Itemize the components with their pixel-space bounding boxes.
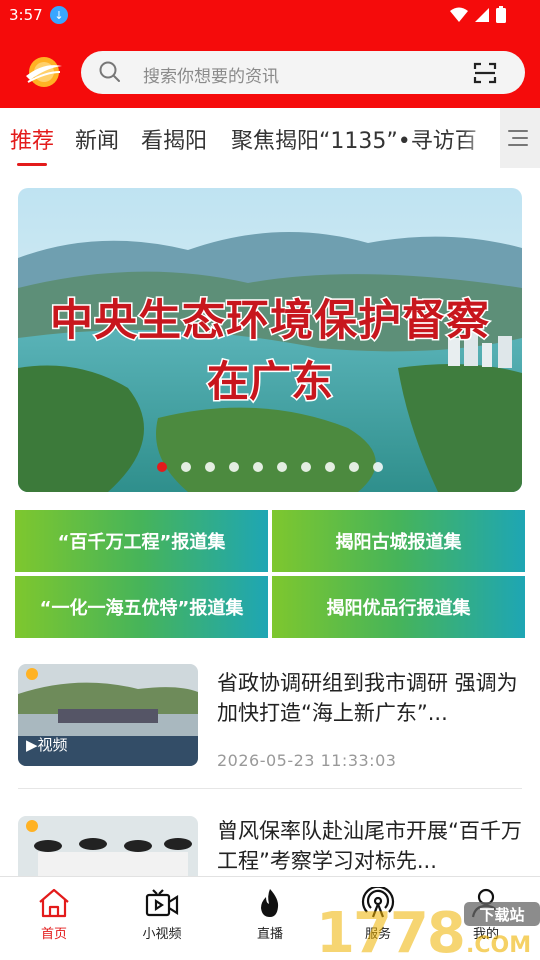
watermark-com: .COM (466, 933, 531, 958)
carousel-dot[interactable] (301, 462, 311, 472)
video-badge-label: 视频 (37, 736, 68, 754)
app-logo-icon[interactable] (24, 52, 64, 90)
tab-recommend[interactable]: 推荐 (10, 123, 54, 155)
carousel-dot[interactable] (349, 462, 359, 472)
topic-ancient-city-button[interactable]: 揭阳古城报道集 (272, 510, 525, 572)
status-bar: 3:57 ↓ (0, 0, 540, 30)
nav-short-video-label: 小视频 (142, 927, 182, 942)
news-headline: 曾风保率队赴汕尾市开展“百千万工程”考察学习对标先... (217, 819, 522, 873)
status-time: 3:57 (9, 6, 43, 24)
carousel-dot[interactable] (277, 462, 287, 472)
battery-icon (496, 6, 506, 23)
news-date: 2026-05-23 11:33:03 (217, 751, 397, 770)
home-icon (39, 888, 69, 918)
carousel-dot[interactable] (325, 462, 335, 472)
wifi-icon (450, 7, 468, 22)
watermark-number: 1778 (316, 901, 464, 960)
menu-line-icon (508, 130, 528, 132)
carousel-dot[interactable] (205, 462, 215, 472)
carousel-dot[interactable] (253, 462, 263, 472)
news-divider (18, 788, 522, 789)
news-thumbnail: ▶视频 (18, 664, 198, 766)
status-icons (450, 6, 506, 23)
menu-line-icon (512, 137, 528, 139)
topic-yihuayihai-button[interactable]: “一化一海五优特”报道集 (15, 576, 268, 638)
nav-short-video[interactable]: 小视频 (122, 887, 202, 942)
tab-focus-1135[interactable]: 聚焦揭阳“1135”•寻访百 (231, 123, 477, 155)
search-icon (99, 61, 120, 82)
flame-icon (261, 889, 279, 917)
search-bar[interactable]: 搜索你想要的资讯 (81, 51, 525, 94)
scan-icon[interactable] (473, 61, 497, 85)
banner-title-line2: 在广东 (205, 356, 334, 408)
news-headline: 省政协调研组到我市调研 强调为加快打造“海上新广东”... (217, 671, 518, 725)
nav-home-label: 首页 (40, 927, 67, 942)
banner-title-line1: 中央生态环境保护督察 (49, 295, 491, 348)
menu-line-icon (508, 144, 528, 146)
video-icon (145, 889, 179, 917)
tab-news[interactable]: 新闻 (75, 123, 119, 155)
carousel-dot[interactable] (229, 462, 239, 472)
topic-youpin-button[interactable]: 揭阳优品行报道集 (272, 576, 525, 638)
carousel-dot[interactable] (373, 462, 383, 472)
watermark-suffix: 下载站 (479, 906, 524, 924)
news-list-item[interactable]: 曾风保率队赴汕尾市开展“百千万工程”考察学习对标先... (0, 816, 540, 876)
channel-menu-button[interactable] (500, 108, 540, 168)
carousel-dot[interactable] (181, 462, 191, 472)
topic-baiqianwan-button[interactable]: “百千万工程”报道集 (15, 510, 268, 572)
channel-tabs: 推荐 新闻 看揭阳 聚焦揭阳“1135”•寻访百 (0, 108, 540, 168)
download-icon: ↓ (50, 6, 68, 24)
active-tab-indicator (17, 163, 47, 166)
news-list-item[interactable]: ▶视频 省政协调研组到我市调研 强调为加快打造“海上新广东”... 2026-0… (0, 664, 540, 788)
signal-icon (475, 7, 489, 22)
search-placeholder: 搜索你想要的资讯 (143, 67, 279, 87)
nav-live[interactable]: 直播 (230, 887, 310, 942)
news-thumbnail (18, 816, 198, 876)
tab-jieyang[interactable]: 看揭阳 (141, 123, 207, 155)
nav-home[interactable]: 首页 (14, 887, 94, 942)
watermark-logo: 1778 下载站 .COM (316, 901, 540, 960)
carousel-indicators (18, 462, 522, 472)
nav-live-label: 直播 (256, 927, 283, 942)
banner-carousel[interactable]: 中央生态环境保护督察 在广东 (18, 188, 522, 492)
carousel-dot[interactable] (157, 462, 167, 472)
video-badge: ▶视频 (26, 736, 68, 754)
